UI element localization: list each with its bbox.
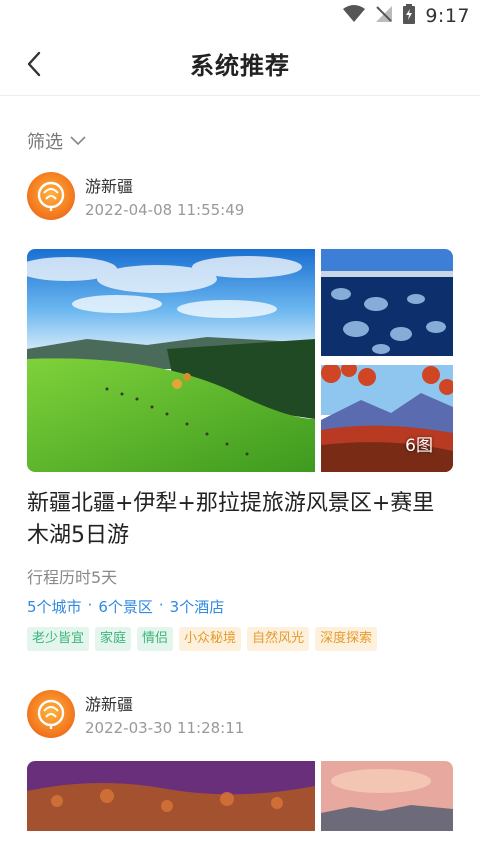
photo-count-badge: 6图 bbox=[405, 436, 433, 456]
author-name[interactable]: 游新疆 bbox=[85, 173, 244, 197]
city-count: 5个城市 bbox=[27, 598, 82, 616]
post-header: 游新疆 2022-03-30 11:28:11 bbox=[27, 689, 453, 739]
chevron-left-icon bbox=[27, 51, 41, 77]
wifi-icon bbox=[343, 5, 366, 27]
tag: 老少皆宜 bbox=[27, 627, 90, 651]
post-header: 游新疆 2022-04-08 11:55:49 bbox=[27, 171, 453, 221]
app-header: 系统推荐 bbox=[0, 32, 480, 96]
status-bar: 9:17 bbox=[0, 0, 480, 32]
gallery-main-photo[interactable] bbox=[27, 249, 315, 472]
scenic-spot-count: 6个景区 bbox=[98, 598, 153, 616]
photo-gallery[interactable]: 6图 bbox=[27, 249, 453, 472]
tag: 小众秘境 bbox=[179, 627, 242, 651]
stats-separator: · bbox=[87, 596, 93, 614]
tag: 家庭 bbox=[95, 627, 132, 651]
gallery-main-photo[interactable] bbox=[27, 761, 315, 831]
no-signal-icon bbox=[375, 5, 393, 27]
avatar[interactable] bbox=[27, 690, 75, 738]
battery-charging-icon bbox=[403, 4, 416, 28]
hotel-count: 3个酒店 bbox=[169, 598, 225, 616]
gallery-side-photo-top[interactable] bbox=[321, 761, 453, 831]
brand-logo-icon bbox=[37, 699, 65, 729]
photo-gallery[interactable] bbox=[27, 761, 453, 831]
post-card[interactable]: 游新疆 2022-03-30 11:28:11 bbox=[27, 689, 453, 831]
filter-dropdown[interactable]: 筛选 bbox=[27, 128, 87, 154]
tag: 深度探索 bbox=[315, 627, 378, 651]
post-time: 2022-03-30 11:28:11 bbox=[85, 719, 245, 737]
tag-list: 老少皆宜 家庭 情侣 小众秘境 自然风光 深度探索 bbox=[27, 627, 453, 651]
trip-stats: 5个城市 · 6个景区 · 3个酒店 bbox=[27, 596, 453, 617]
tag: 自然风光 bbox=[247, 627, 310, 651]
stats-separator: · bbox=[158, 596, 164, 614]
trip-duration: 行程历时5天 bbox=[27, 568, 118, 587]
page-title: 系统推荐 bbox=[190, 52, 290, 80]
brand-logo-icon bbox=[37, 181, 65, 211]
avatar[interactable] bbox=[27, 172, 75, 220]
tag: 情侣 bbox=[137, 627, 174, 651]
author-name[interactable]: 游新疆 bbox=[85, 691, 244, 715]
post-title[interactable]: 新疆北疆+伊犁+那拉提旅游风景区+赛里木湖5日游 bbox=[27, 488, 453, 552]
gallery-side-photo-bottom[interactable] bbox=[321, 365, 453, 472]
post-card[interactable]: 游新疆 2022-04-08 11:55:49 6图 新疆北疆+伊犁+那拉提旅游… bbox=[27, 171, 453, 651]
filter-label: 筛选 bbox=[27, 132, 63, 153]
gallery-side-photo-top[interactable] bbox=[321, 249, 453, 356]
status-time: 9:17 bbox=[425, 5, 470, 27]
chevron-down-icon bbox=[70, 136, 86, 146]
back-button[interactable] bbox=[18, 48, 50, 80]
post-time: 2022-04-08 11:55:49 bbox=[85, 201, 245, 219]
